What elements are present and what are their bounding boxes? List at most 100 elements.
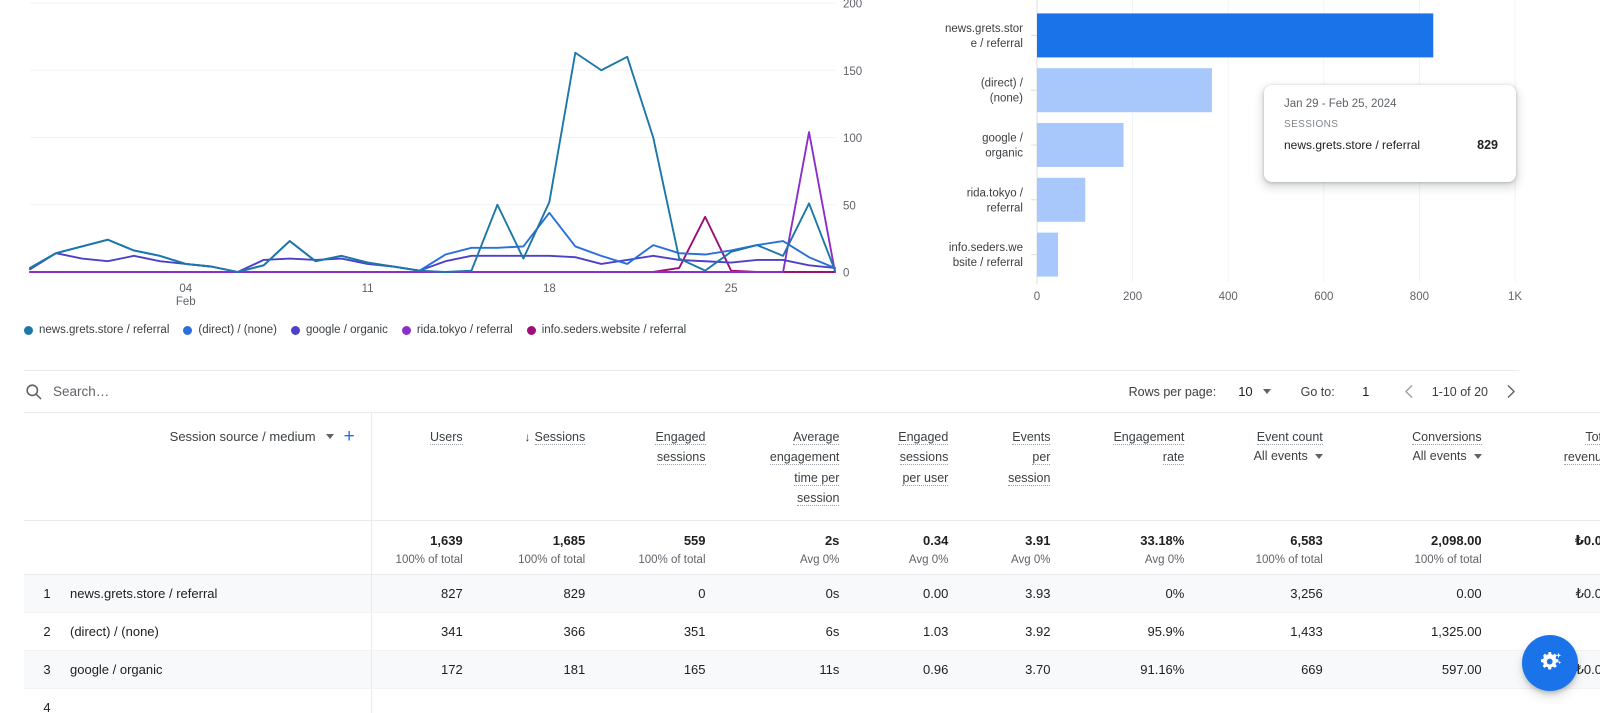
tooltip-metric-label: SESSIONS bbox=[1284, 119, 1339, 130]
bar-x-tick-label-1: 200 bbox=[1123, 291, 1142, 303]
row-index: 1 bbox=[43, 586, 51, 601]
report-table: Session source / medium + Users ↓ Sessions En… bbox=[24, 412, 1600, 713]
row-dimension-cell[interactable]: 1 news.grets.store / referral bbox=[24, 574, 372, 613]
row-metric-cell: 95.9% bbox=[1072, 612, 1207, 651]
row-metric-cell: 172 bbox=[371, 650, 485, 689]
row-metric-cell: 366 bbox=[484, 612, 608, 651]
line-chart-svg: 0 50 100 150 200 04Feb 11 18 25 bbox=[29, 0, 862, 308]
legend-item-1[interactable]: (direct) / (none) bbox=[183, 324, 277, 336]
line-chart-legend: news.grets.store / referral (direct) / (n… bbox=[24, 324, 700, 336]
column-header-line: Tot bbox=[1585, 430, 1600, 445]
previous-page-button[interactable] bbox=[1401, 383, 1418, 400]
bar-category-label-4: bsite / referral bbox=[953, 257, 1023, 269]
bar-2[interactable] bbox=[1037, 123, 1124, 167]
search-box[interactable] bbox=[24, 382, 1129, 401]
chevron-down-icon[interactable] bbox=[325, 434, 334, 439]
table-body: 1,639 100% of total 1,685 100% of total 559 1… bbox=[24, 520, 1600, 713]
legend-item-2[interactable]: google / organic bbox=[291, 324, 388, 336]
chevron-down-icon[interactable] bbox=[1314, 453, 1323, 459]
row-metric-cell: 597.00 bbox=[1344, 650, 1504, 689]
chevron-down-icon bbox=[1262, 389, 1271, 394]
goto-page-input[interactable] bbox=[1348, 384, 1383, 399]
bar-0[interactable] bbox=[1037, 13, 1434, 58]
table-row[interactable]: 1 news.grets.store / referral 827 829 0 0s 0.0… bbox=[24, 574, 1600, 613]
legend-item-3[interactable]: rida.tokyo / referral bbox=[401, 324, 513, 336]
column-header-line: per bbox=[1032, 450, 1051, 466]
column-header-line: rate bbox=[1162, 450, 1185, 466]
search-input[interactable] bbox=[53, 384, 393, 399]
legend-color-dot bbox=[401, 325, 411, 335]
row-dimension-label: google / organic bbox=[70, 662, 163, 677]
table-row[interactable]: 4 bbox=[24, 688, 1600, 713]
column-header-line: Events bbox=[1012, 430, 1051, 445]
totals-subtext: 100% of total bbox=[518, 554, 586, 567]
legend-item-4[interactable]: info.seders.website / referral bbox=[526, 324, 687, 336]
search-icon bbox=[24, 382, 43, 401]
metric-column-header[interactable]: Event count All events bbox=[1206, 412, 1345, 521]
bar-x-tick-label-5: 1K bbox=[1508, 291, 1522, 303]
line-series-3 bbox=[29, 131, 836, 273]
totals-value: 33.18% bbox=[1140, 533, 1185, 548]
legend-item-0[interactable]: news.grets.store / referral bbox=[24, 324, 169, 336]
metric-column-header[interactable]: Average engagement time per session bbox=[727, 412, 862, 521]
bar-3[interactable] bbox=[1037, 177, 1086, 222]
totals-value: 6,583 bbox=[1290, 533, 1323, 548]
row-metric-cell bbox=[727, 688, 862, 713]
rows-per-page-label: Rows per page: bbox=[1128, 384, 1217, 399]
totals-cell: 1,685 100% of total bbox=[484, 520, 608, 575]
totals-cell: 6,583 100% of total bbox=[1206, 520, 1345, 575]
report-table-container[interactable]: Session source / medium + Users ↓ Sessions En… bbox=[24, 412, 1600, 713]
column-header-line: session bbox=[1008, 470, 1051, 486]
column-header-line: Average bbox=[793, 430, 840, 445]
y-tick-label-0: 0 bbox=[843, 268, 849, 280]
column-header-line: Users bbox=[430, 430, 463, 445]
table-row[interactable]: 3 google / organic 172 181 165 11s 0.96 3.70 91.… bbox=[24, 650, 1600, 689]
column-header-line: engagement bbox=[769, 450, 840, 466]
totals-subtext: 100% of total bbox=[1255, 554, 1323, 567]
row-dimension-cell[interactable]: 2 (direct) / (none) bbox=[24, 612, 372, 651]
charts-section: 0 50 100 150 200 04 Feb 11 18 25 0 200 400 600 800 1K n… bbox=[0, 0, 1600, 365]
totals-subtext: 100% of total bbox=[638, 554, 706, 567]
x-tick-label-18: 18 bbox=[543, 283, 556, 295]
row-metric-cell: 1.03 bbox=[861, 612, 971, 651]
dimension-header-label: Session source / medium bbox=[169, 429, 316, 444]
column-header-line: sessions bbox=[899, 450, 949, 466]
row-index: 3 bbox=[43, 662, 51, 677]
bar-4[interactable] bbox=[1037, 232, 1059, 277]
row-dimension-cell[interactable]: 3 google / organic bbox=[24, 650, 372, 689]
bar-category-label-3: referral bbox=[987, 202, 1023, 214]
row-metric-cell: 0 bbox=[607, 574, 728, 613]
metric-column-header[interactable]: Events per session bbox=[970, 412, 1073, 521]
row-metric-cell bbox=[484, 688, 608, 713]
metric-column-header[interactable]: Users bbox=[371, 412, 485, 521]
totals-cell: 2,098.00 100% of total bbox=[1344, 520, 1504, 575]
column-header-line: Engaged bbox=[898, 430, 949, 445]
plus-icon[interactable]: + bbox=[344, 427, 355, 446]
metric-column-header[interactable]: Engaged sessions per user bbox=[861, 412, 971, 521]
totals-subtext: Avg 0% bbox=[1011, 554, 1051, 567]
traffic-acquisition-report: 0 50 100 150 200 04 Feb 11 18 25 0 200 400 600 800 1K n… bbox=[0, 0, 1600, 713]
totals-dimension-cell bbox=[24, 520, 372, 575]
metric-column-header[interactable]: Conversions All events bbox=[1344, 412, 1504, 521]
rows-per-page-select[interactable]: 10 bbox=[1238, 384, 1271, 399]
bar-1[interactable] bbox=[1037, 68, 1212, 113]
row-metric-cell: 0.96 bbox=[861, 650, 971, 689]
legend-item-label: info.seders.website / referral bbox=[541, 324, 687, 336]
metric-column-header[interactable]: Engaged sessions bbox=[607, 412, 728, 521]
metric-column-header[interactable]: Tot revenu bbox=[1503, 412, 1600, 521]
chevron-down-icon[interactable] bbox=[1473, 453, 1482, 459]
row-dimension-cell[interactable]: 4 bbox=[24, 688, 372, 713]
x-tick-sublabel: Feb bbox=[176, 296, 196, 308]
page-nav: 1-10 of 20 bbox=[1401, 383, 1519, 400]
next-page-button[interactable] bbox=[1502, 383, 1519, 400]
metric-column-header[interactable]: Engagement rate bbox=[1072, 412, 1207, 521]
metric-column-header[interactable]: ↓ Sessions bbox=[484, 412, 608, 521]
sessions-over-time-line-chart[interactable]: 0 50 100 150 200 04 Feb 11 18 25 bbox=[0, 0, 900, 320]
table-row[interactable]: 2 (direct) / (none) 341 366 351 6s 1.03 3.92 95.… bbox=[24, 612, 1600, 651]
insights-fab-button[interactable] bbox=[1522, 635, 1578, 691]
row-metric-cell bbox=[970, 688, 1073, 713]
totals-value: ₺0.0 bbox=[1574, 533, 1600, 548]
row-dimension-label: (direct) / (none) bbox=[70, 624, 159, 639]
totals-cell: 2s Avg 0% bbox=[727, 520, 862, 575]
column-header-filter-label: All events bbox=[1253, 449, 1308, 464]
